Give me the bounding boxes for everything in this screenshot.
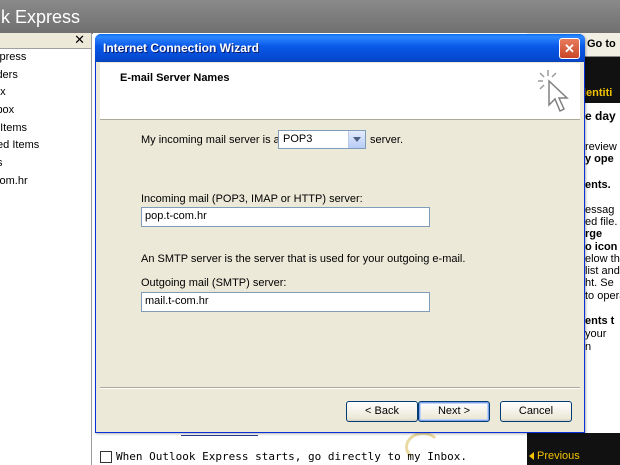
- startup-inbox-label: When Outlook Express starts, go directly…: [116, 450, 467, 463]
- folder-pane-header: ✕: [0, 32, 91, 49]
- previous-tip-button[interactable]: Previous: [527, 447, 620, 465]
- chevron-down-icon[interactable]: [348, 131, 365, 148]
- tip-line: rge: [585, 228, 603, 240]
- incoming-type-prefix: My incoming mail server is a: [141, 134, 280, 146]
- tip-line: list and: [585, 265, 620, 277]
- folder-item[interactable]: xpress: [0, 49, 92, 67]
- tip-line: y ope: [585, 153, 614, 165]
- outgoing-server-input[interactable]: mail.t-com.hr: [141, 292, 430, 312]
- goto-link[interactable]: Go to: [587, 38, 616, 50]
- outlook-title-bar: k Express: [0, 0, 620, 34]
- back-button[interactable]: < Back: [346, 401, 418, 422]
- startup-inbox-checkbox[interactable]: [100, 451, 112, 463]
- previous-label: Previous: [537, 450, 580, 462]
- folder-item[interactable]: com.hr: [0, 173, 92, 191]
- incoming-type-suffix: server.: [370, 134, 404, 146]
- incoming-server-type-select[interactable]: POP3: [278, 130, 366, 149]
- tip-line: essag: [585, 204, 615, 216]
- tip-line: ht. Se: [585, 277, 614, 289]
- tip-line: your: [585, 328, 607, 340]
- cancel-button[interactable]: Cancel: [500, 401, 572, 422]
- wizard-header: E-mail Server Names: [100, 63, 580, 120]
- folder-item[interactable]: lders: [0, 67, 92, 85]
- close-icon[interactable]: ✕: [74, 32, 85, 48]
- tip-line: ents.: [585, 179, 611, 191]
- next-button[interactable]: Next >: [418, 401, 490, 422]
- tip-line: elow th: [585, 253, 620, 265]
- tip-line: o icon: [585, 241, 618, 253]
- tip-line: review: [585, 141, 617, 153]
- folder-item[interactable]: t Items: [0, 120, 92, 138]
- tip-line: ed file.: [585, 216, 618, 228]
- smtp-info-text: An SMTP server is the server that is use…: [141, 253, 466, 265]
- folder-item[interactable]: ted Items: [0, 137, 92, 155]
- outgoing-server-label: Outgoing mail (SMTP) server:: [141, 277, 287, 289]
- wizard-title: Internet Connection Wizard: [103, 41, 259, 55]
- incoming-server-input[interactable]: pop.t-com.hr: [141, 207, 430, 227]
- selected-value: POP3: [283, 133, 313, 145]
- tip-line: to opera: [585, 290, 620, 302]
- arrow-left-icon: [529, 452, 534, 461]
- folder-item[interactable]: ts: [0, 155, 92, 173]
- folder-item[interactable]: ibox: [0, 102, 92, 120]
- tip-line: n: [585, 341, 592, 353]
- app-title: k Express: [1, 7, 81, 27]
- divider: [100, 387, 580, 389]
- tip-line: ents t: [585, 315, 615, 327]
- internet-connection-wizard: Internet Connection Wizard ✕ E-mail Serv…: [95, 34, 585, 433]
- wizard-cursor-icon: [538, 70, 569, 113]
- divider: [181, 435, 258, 436]
- incoming-server-label: Incoming mail (POP3, IMAP or HTTP) serve…: [141, 193, 363, 205]
- wizard-title-bar[interactable]: Internet Connection Wizard ✕: [95, 34, 585, 62]
- folder-item[interactable]: ox: [0, 84, 92, 102]
- folder-list: xpress lders ox ibox t Items ted Items t…: [0, 49, 91, 191]
- tip-line: e day: [585, 109, 616, 123]
- page-title: E-mail Server Names: [120, 72, 230, 84]
- folder-pane: ✕ xpress lders ox ibox t Items ted Items…: [0, 32, 92, 465]
- close-button[interactable]: ✕: [559, 38, 580, 59]
